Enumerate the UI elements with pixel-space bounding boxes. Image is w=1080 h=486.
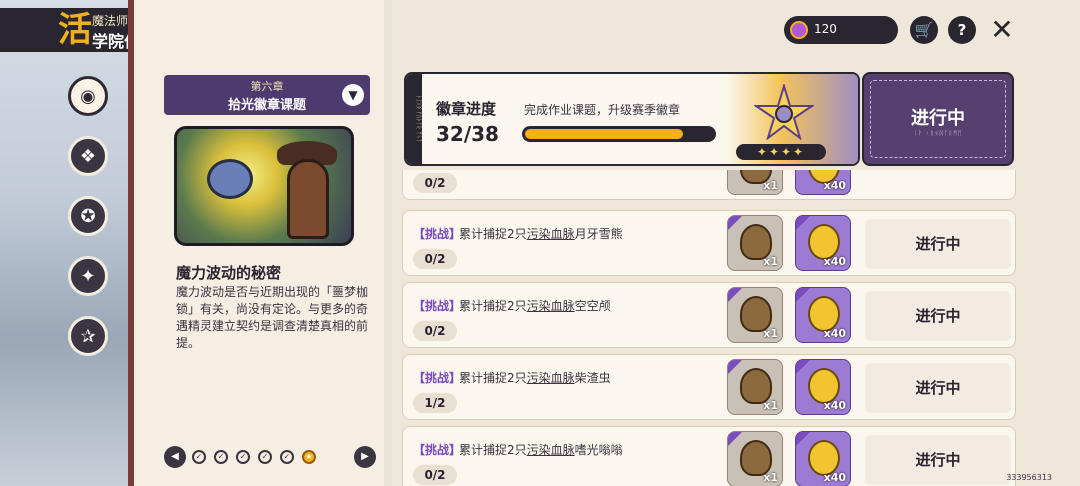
topbar: 120 🛒 ? ✕ xyxy=(392,16,1080,46)
page-dot[interactable]: ✓ xyxy=(236,450,250,464)
next-page-icon[interactable]: ▶ xyxy=(354,446,376,468)
help-icon[interactable]: ? xyxy=(948,16,976,44)
task-tag: 【挑战】 xyxy=(413,299,462,313)
task-progress: 0/2 xyxy=(413,249,457,269)
badge-label: 徽章进度 xyxy=(436,100,497,118)
close-icon[interactable]: ✕ xyxy=(988,16,1016,44)
task-description: 累计捕捉2只污染血脉柴渣虫 xyxy=(459,371,611,385)
task-progress: 0/2 xyxy=(413,173,457,193)
task-list[interactable]: 0/2 x1 x40 【挑战】 累计捕捉2只污染血脉月牙雪熊 0/2 x1 x4… xyxy=(402,170,1016,486)
story-icon: ❖ xyxy=(79,145,97,167)
task-progress: 1/2 xyxy=(413,393,457,413)
season-rune-text: ᛁᚹ ᚲᚱᛟᛞᛏᚱᛗᛖ xyxy=(913,130,963,137)
prev-page-icon[interactable]: ◀ xyxy=(164,446,186,468)
badge-description: 完成作业课题，升级赛季徽章 xyxy=(524,103,681,117)
badge-progress-fill xyxy=(525,129,684,139)
task-row: 0/2 x1 x40 xyxy=(402,170,1016,200)
chapter-panel: 第六章 拾光徽章课题 ▼ 魔力波动的秘密 魔力波动是否与近期出现的「噩梦枷锁」有… xyxy=(128,0,384,486)
currency-display: 120 xyxy=(784,16,898,44)
chapter-pager: ◀ ✓ ✓ ✓ ✓ ✓ ★ ▶ xyxy=(164,446,376,468)
task-description: 累计捕捉2只污染血脉月牙雪熊 xyxy=(459,227,623,241)
achievement-icon: ✰ xyxy=(80,325,96,347)
page-dot[interactable]: ✓ xyxy=(280,450,294,464)
reward-item[interactable]: x40 xyxy=(795,359,851,415)
task-row: 【挑战】 累计捕捉2只污染血脉空空颅 0/2 x1 x40 进行中 xyxy=(402,282,1016,348)
task-row: 【挑战】 累计捕捉2只污染血脉嗜光嗡嗡 0/2 x1 x40 进行中 xyxy=(402,426,1016,486)
season-status-button[interactable]: 进行中 ᛁᚹ ᚲᚱᛟᛞᛏᚱᛗᛖ xyxy=(862,72,1014,166)
reward-item[interactable]: x1 xyxy=(727,431,783,486)
task-status[interactable]: 进行中 xyxy=(865,363,1011,413)
sidebar-item-homework[interactable]: ◉ xyxy=(68,76,108,116)
chapter-name: 拾光徽章课题 xyxy=(227,98,306,113)
badge-progress-bar xyxy=(522,126,716,142)
sidebar-item-elves[interactable]: ✦ xyxy=(68,256,108,296)
task-progress: 0/2 xyxy=(413,321,457,341)
chapter-header[interactable]: 第六章 拾光徽章课题 ▼ xyxy=(164,75,370,115)
coin-value: 120 xyxy=(814,22,837,36)
elf-figure xyxy=(207,159,253,199)
chapter-illustration xyxy=(174,126,354,246)
reward-item[interactable]: x40 xyxy=(795,431,851,486)
reward-item[interactable]: x1 xyxy=(727,170,783,195)
page-dot[interactable]: ✓ xyxy=(258,450,272,464)
user-id: 333956313 xyxy=(1006,473,1052,482)
task-progress: 0/2 xyxy=(413,465,457,485)
season-status-label: 进行中 xyxy=(911,108,965,129)
rune-strip: ᚾᛇᚷᛝ ᚠᚢᚦᚩᚱ ᛉᛊᛏ xyxy=(406,74,422,164)
page-dot[interactable]: ✓ xyxy=(192,450,206,464)
reward-item[interactable]: x40 xyxy=(795,215,851,271)
badge-icon: ✪ xyxy=(80,205,96,227)
sidebar-item-story[interactable]: ❖ xyxy=(68,136,108,176)
reward-item[interactable]: x1 xyxy=(727,359,783,415)
task-row: 【挑战】 累计捕捉2只污染血脉月牙雪熊 0/2 x1 x40 进行中 xyxy=(402,210,1016,276)
season-badge-icon[interactable] xyxy=(754,84,814,140)
story-title: 魔力波动的秘密 xyxy=(176,264,282,282)
homework-icon: ◉ xyxy=(80,85,96,107)
reward-item[interactable]: x1 xyxy=(727,215,783,271)
badge-stars: ✦✦✦✦ xyxy=(736,144,826,160)
sidebar-item-achievements[interactable]: ✰ xyxy=(68,316,108,356)
task-tag: 【挑战】 xyxy=(413,227,462,241)
task-status[interactable]: 进行中 xyxy=(865,435,1011,485)
task-status[interactable]: 进行中 xyxy=(865,291,1011,341)
coin-icon xyxy=(790,21,808,39)
task-description: 累计捕捉2只污染血脉嗜光嗡嗡 xyxy=(459,443,623,457)
chapter-label: 第六章 xyxy=(250,80,284,93)
reward-item[interactable]: x40 xyxy=(795,287,851,343)
page-dot-current[interactable]: ★ xyxy=(302,450,316,464)
story-text: 魔力波动是否与近期出现的「噩梦枷锁」有关，尚没有定论。与更多的奇遇精灵建立契约是… xyxy=(176,285,369,350)
task-tag: 【挑战】 xyxy=(413,443,462,457)
task-status[interactable]: 进行中 xyxy=(865,219,1011,269)
page-dot[interactable]: ✓ xyxy=(214,450,228,464)
girl-figure xyxy=(287,159,329,239)
sidebar: ◉ ❖ ✪ ✦ ✰ xyxy=(44,60,134,486)
reward-item[interactable]: x40 xyxy=(795,170,851,195)
chevron-down-icon[interactable]: ▼ xyxy=(342,84,364,106)
task-row: 【挑战】 累计捕捉2只污染血脉柴渣虫 1/2 x1 x40 进行中 xyxy=(402,354,1016,420)
badge-progress-card: ᚾᛇᚷᛝ ᚠᚢᚦᚩᚱ ᛉᛊᛏ 徽章进度 完成作业课题，升级赛季徽章 32/38 … xyxy=(404,72,860,166)
elf-icon: ✦ xyxy=(80,265,96,287)
reward-item[interactable]: x1 xyxy=(727,287,783,343)
sidebar-item-badges[interactable]: ✪ xyxy=(68,196,108,236)
task-tag: 【挑战】 xyxy=(413,371,462,385)
task-description: 累计捕捉2只污染血脉空空颅 xyxy=(459,299,611,313)
shop-icon[interactable]: 🛒 xyxy=(910,16,938,44)
badge-count: 32/38 xyxy=(436,122,499,146)
